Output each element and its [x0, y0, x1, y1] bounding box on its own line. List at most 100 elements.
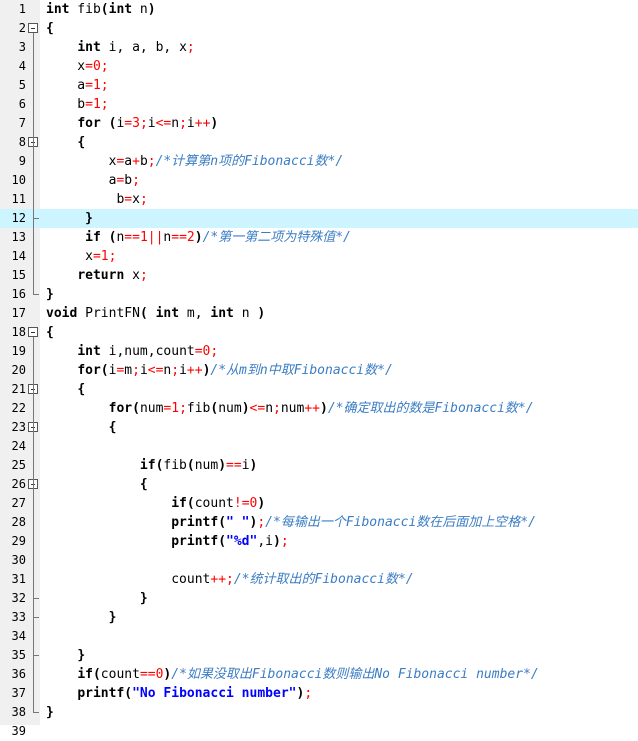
code-text[interactable]: for (i=3;i<=n;i++) — [46, 114, 218, 133]
fold-gutter — [28, 532, 40, 551]
fold-gutter — [28, 665, 40, 684]
code-line[interactable]: 27 if(count!=0) — [0, 494, 638, 513]
code-line[interactable]: 9 x=a+b;/*计算第n项的Fibonacci数*/ — [0, 152, 638, 171]
fold-gutter[interactable] — [28, 475, 40, 494]
code-text[interactable]: } — [46, 703, 54, 722]
code-line[interactable]: 15 return x; — [0, 266, 638, 285]
code-text[interactable]: b=1; — [46, 95, 108, 114]
code-text[interactable]: a=1; — [46, 76, 108, 95]
code-text[interactable]: if(count!=0) — [46, 494, 265, 513]
fold-gutter[interactable] — [28, 323, 40, 342]
fold-gutter[interactable] — [28, 418, 40, 437]
fold-end-marker — [33, 655, 39, 656]
line-number: 7 — [18, 116, 26, 130]
code-text[interactable]: if (n==1||n==2)/*第一第二项为特殊值*/ — [46, 228, 351, 247]
line-number: 13 — [11, 230, 26, 244]
code-text[interactable]: { — [46, 418, 117, 437]
code-text[interactable]: count++;/*统计取出的Fibonacci数*/ — [46, 570, 413, 589]
code-line[interactable]: 38} — [0, 703, 638, 722]
code-text[interactable]: printf("%d",i); — [46, 532, 288, 551]
fold-gutter — [28, 228, 40, 247]
code-line[interactable]: 17 void PrintFN( int m, int n ) — [0, 304, 638, 323]
code-text[interactable]: printf(" ");/*每输出一个Fibonacci数在后面加上空格*/ — [46, 513, 536, 532]
code-line[interactable]: 22 for(num=1;fib(num)<=n;num++)/*确定取出的数是… — [0, 399, 638, 418]
code-line[interactable]: 30 — [0, 551, 638, 570]
code-line[interactable]: 31 count++;/*统计取出的Fibonacci数*/ — [0, 570, 638, 589]
code-line[interactable]: 20 for(i=m;i<=n;i++)/*从m到n中取Fibonacci数*/ — [0, 361, 638, 380]
fold-gutter[interactable] — [28, 19, 40, 38]
code-text[interactable]: { — [46, 380, 85, 399]
fold-toggle-icon[interactable] — [28, 327, 38, 337]
fold-gutter — [28, 114, 40, 133]
code-text[interactable]: for(i=m;i<=n;i++)/*从m到n中取Fibonacci数*/ — [46, 361, 392, 380]
code-text[interactable]: } — [46, 608, 117, 627]
code-line[interactable]: 29 printf("%d",i); — [0, 532, 638, 551]
code-text[interactable]: if(fib(num)==i) — [46, 456, 257, 475]
code-line[interactable]: 6 b=1; — [0, 95, 638, 114]
code-line[interactable]: 4 x=0; — [0, 57, 638, 76]
code-line[interactable]: 12 } — [0, 209, 638, 228]
code-text[interactable]: printf("No Fibonacci number"); — [46, 684, 312, 703]
code-text[interactable]: int i, a, b, x; — [46, 38, 194, 57]
line-number: 5 — [18, 78, 26, 92]
code-text[interactable]: { — [46, 323, 54, 342]
code-line[interactable]: 16} — [0, 285, 638, 304]
code-text[interactable]: int i,num,count=0; — [46, 342, 218, 361]
code-line[interactable]: 26 { — [0, 475, 638, 494]
code-text[interactable]: return x; — [46, 266, 147, 285]
code-text[interactable]: } — [46, 646, 85, 665]
code-line[interactable]: 11 b=x; — [0, 190, 638, 209]
code-line[interactable]: 3 int i, a, b, x; — [0, 38, 638, 57]
fold-toggle-icon[interactable] — [28, 23, 38, 33]
code-line[interactable]: 23 { — [0, 418, 638, 437]
code-line[interactable]: 32 } — [0, 589, 638, 608]
fold-gutter — [28, 171, 40, 190]
code-line[interactable]: 8 { — [0, 133, 638, 152]
code-line[interactable]: 36 if(count==0)/*如果没取出Fibonacci数则输出No Fi… — [0, 665, 638, 684]
code-text[interactable]: x=1; — [46, 247, 116, 266]
code-line[interactable]: 2{ — [0, 19, 638, 38]
line-number: 18 — [11, 325, 26, 339]
code-text[interactable]: b=x; — [46, 190, 147, 209]
line-number: 30 — [11, 553, 26, 567]
code-text[interactable]: { — [46, 475, 148, 494]
code-line[interactable]: 13 if (n==1||n==2)/*第一第二项为特殊值*/ — [0, 228, 638, 247]
code-line[interactable]: 33 } — [0, 608, 638, 627]
code-line[interactable]: 21 { — [0, 380, 638, 399]
code-line[interactable]: 25 if(fib(num)==i) — [0, 456, 638, 475]
code-line[interactable]: 35 } — [0, 646, 638, 665]
code-line[interactable]: 37 printf("No Fibonacci number"); — [0, 684, 638, 703]
code-line[interactable]: 18 { — [0, 323, 638, 342]
code-text[interactable]: { — [46, 133, 85, 152]
fold-end-marker — [33, 294, 39, 295]
fold-end-marker — [33, 598, 39, 599]
code-line[interactable]: 14 x=1; — [0, 247, 638, 266]
code-text[interactable]: { — [46, 19, 54, 38]
code-line[interactable]: 34 — [0, 627, 638, 646]
fold-gutter — [28, 76, 40, 95]
code-text[interactable]: } — [46, 589, 148, 608]
line-number: 14 — [11, 249, 26, 263]
code-text[interactable]: } — [46, 209, 93, 228]
code-text[interactable]: if(count==0)/*如果没取出Fibonacci数则输出No Fibon… — [46, 665, 538, 684]
code-editor[interactable]: 1 int fib(int n) 2{3 int i, a, b, x; 4 x=0;… — [0, 0, 638, 738]
code-line[interactable]: 5 a=1; — [0, 76, 638, 95]
code-line[interactable]: 1 int fib(int n) — [0, 0, 638, 19]
code-line[interactable]: 19 int i,num,count=0; — [0, 342, 638, 361]
code-text[interactable]: int fib(int n) — [46, 0, 156, 19]
code-line[interactable]: 28 printf(" ");/*每输出一个Fibonacci数在后面加上空格*… — [0, 513, 638, 532]
code-line[interactable]: 7 for (i=3;i<=n;i++) — [0, 114, 638, 133]
code-text[interactable]: x=a+b;/*计算第n项的Fibonacci数*/ — [46, 152, 344, 171]
code-line[interactable]: 24 — [0, 437, 638, 456]
code-text[interactable]: void PrintFN( int m, int n ) — [46, 304, 265, 323]
code-text[interactable]: x=0; — [46, 57, 108, 76]
code-text[interactable]: a=b; — [46, 171, 140, 190]
fold-gutter — [28, 95, 40, 114]
code-text[interactable]: } — [46, 285, 54, 304]
fold-gutter[interactable] — [28, 133, 40, 152]
line-number: 26 — [11, 477, 26, 491]
line-number: 33 — [11, 610, 26, 624]
code-line[interactable]: 10 a=b; — [0, 171, 638, 190]
code-text[interactable]: for(num=1;fib(num)<=n;num++)/*确定取出的数是Fib… — [46, 399, 534, 418]
fold-gutter[interactable] — [28, 380, 40, 399]
